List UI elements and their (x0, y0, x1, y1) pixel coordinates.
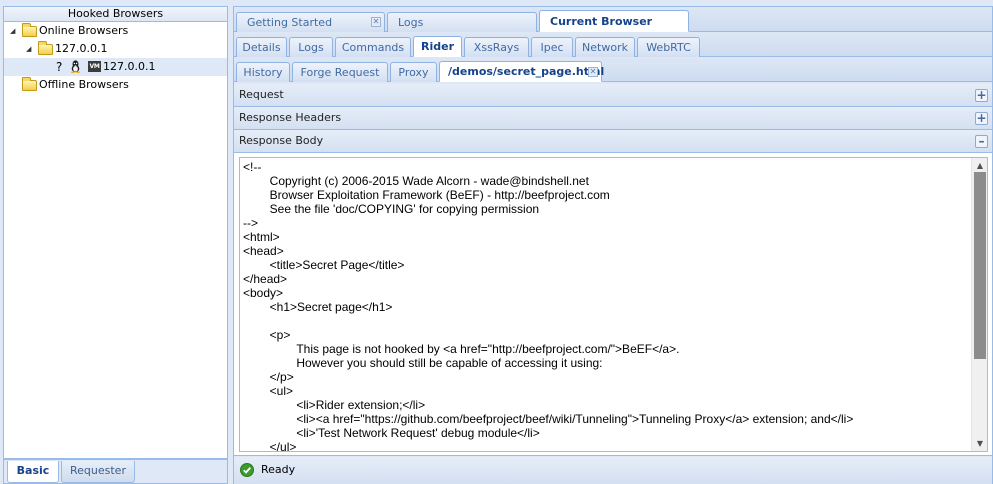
close-icon[interactable]: ✕ (588, 67, 598, 77)
tab-history[interactable]: History (236, 62, 290, 82)
scroll-down-arrow-icon[interactable]: ▼ (972, 436, 987, 451)
plus-icon[interactable]: + (975, 112, 988, 125)
section-title: Response Headers (239, 111, 342, 124)
tab-logs[interactable]: Logs (289, 37, 333, 57)
tab-webrtc[interactable]: WebRTC (637, 37, 700, 57)
rider-tabstrip: History Forge Request Proxy /demos/secre… (234, 57, 992, 82)
tab-requester[interactable]: Requester (61, 461, 135, 483)
folder-icon (22, 23, 37, 37)
tab-secret-page[interactable]: /demos/secret_page.html ✕ (439, 61, 605, 82)
folder-icon (38, 41, 53, 55)
tree-node-browser[interactable]: ? VM 127.0.0.1 (4, 58, 227, 76)
tree-label: 127.0.0.1 (103, 60, 156, 73)
tree-label: Online Browsers (39, 24, 129, 37)
response-body-text[interactable]: <!-- Copyright (c) 2006-2015 Wade Alcorn… (240, 158, 969, 451)
response-body-textarea[interactable]: <!-- Copyright (c) 2006-2015 Wade Alcorn… (239, 157, 988, 452)
tree-label: 127.0.0.1 (55, 42, 108, 55)
tree-node-host[interactable]: ◢ 127.0.0.1 (4, 40, 227, 58)
response-headers-section-header[interactable]: Response Headers + (234, 107, 992, 130)
tab-proxy[interactable]: Proxy (390, 62, 437, 82)
tree-label: Offline Browsers (39, 78, 129, 91)
scroll-up-arrow-icon[interactable]: ▲ (972, 158, 987, 173)
tab-label: Getting Started (247, 16, 333, 29)
status-bar: Ready (234, 457, 992, 484)
scroll-thumb[interactable] (974, 172, 986, 359)
folder-icon (22, 77, 37, 91)
left-bottom-tabs: Basic Requester (4, 458, 227, 483)
tab-forge-request[interactable]: Forge Request (292, 62, 388, 82)
triangle-down-icon[interactable]: ◢ (26, 40, 34, 58)
minus-icon[interactable]: – (975, 135, 988, 148)
tab-getting-started[interactable]: Getting Started ✕ (236, 12, 385, 32)
unknown-browser-icon: ? (56, 60, 63, 74)
section-title: Request (239, 88, 284, 101)
main-tabstrip: Getting Started ✕ Logs Current Browser (234, 7, 992, 32)
linux-icon (71, 60, 80, 73)
status-text: Ready (261, 463, 296, 476)
tab-details[interactable]: Details (236, 37, 287, 57)
tab-ipec[interactable]: Ipec (531, 37, 573, 57)
panel-title: Hooked Browsers (4, 7, 227, 22)
main-panel: Getting Started ✕ Logs Current Browser D… (233, 6, 993, 484)
tab-commands[interactable]: Commands (335, 37, 411, 57)
tab-logs[interactable]: Logs (387, 12, 537, 32)
section-title: Response Body (239, 134, 324, 147)
vm-badge-icon: VM (88, 61, 101, 72)
browser-tree: ◢ Online Browsers ◢ 127.0.0.1 ? VM 127.0… (4, 22, 227, 459)
browser-tabstrip: Details Logs Commands Rider XssRays Ipec… (234, 32, 992, 57)
triangle-down-icon[interactable]: ◢ (10, 22, 18, 40)
request-section-header[interactable]: Request + (234, 84, 992, 107)
tab-xssrays[interactable]: XssRays (464, 37, 529, 57)
tab-current-browser[interactable]: Current Browser (539, 10, 689, 32)
response-body-area: <!-- Copyright (c) 2006-2015 Wade Alcorn… (234, 153, 992, 456)
tree-node-offline[interactable]: Offline Browsers (4, 76, 227, 94)
check-icon (240, 463, 254, 477)
vertical-scrollbar[interactable]: ▲ ▼ (971, 158, 987, 451)
tab-rider[interactable]: Rider (413, 36, 462, 57)
tab-label: /demos/secret_page.html (448, 65, 605, 78)
tab-basic[interactable]: Basic (7, 461, 59, 483)
close-icon[interactable]: ✕ (371, 17, 381, 27)
response-body-section-header[interactable]: Response Body – (234, 130, 992, 153)
hooked-browsers-panel: Hooked Browsers ◢ Online Browsers ◢ 127.… (3, 6, 228, 484)
plus-icon[interactable]: + (975, 89, 988, 102)
tab-network[interactable]: Network (575, 37, 635, 57)
tree-node-online[interactable]: ◢ Online Browsers (4, 22, 227, 40)
